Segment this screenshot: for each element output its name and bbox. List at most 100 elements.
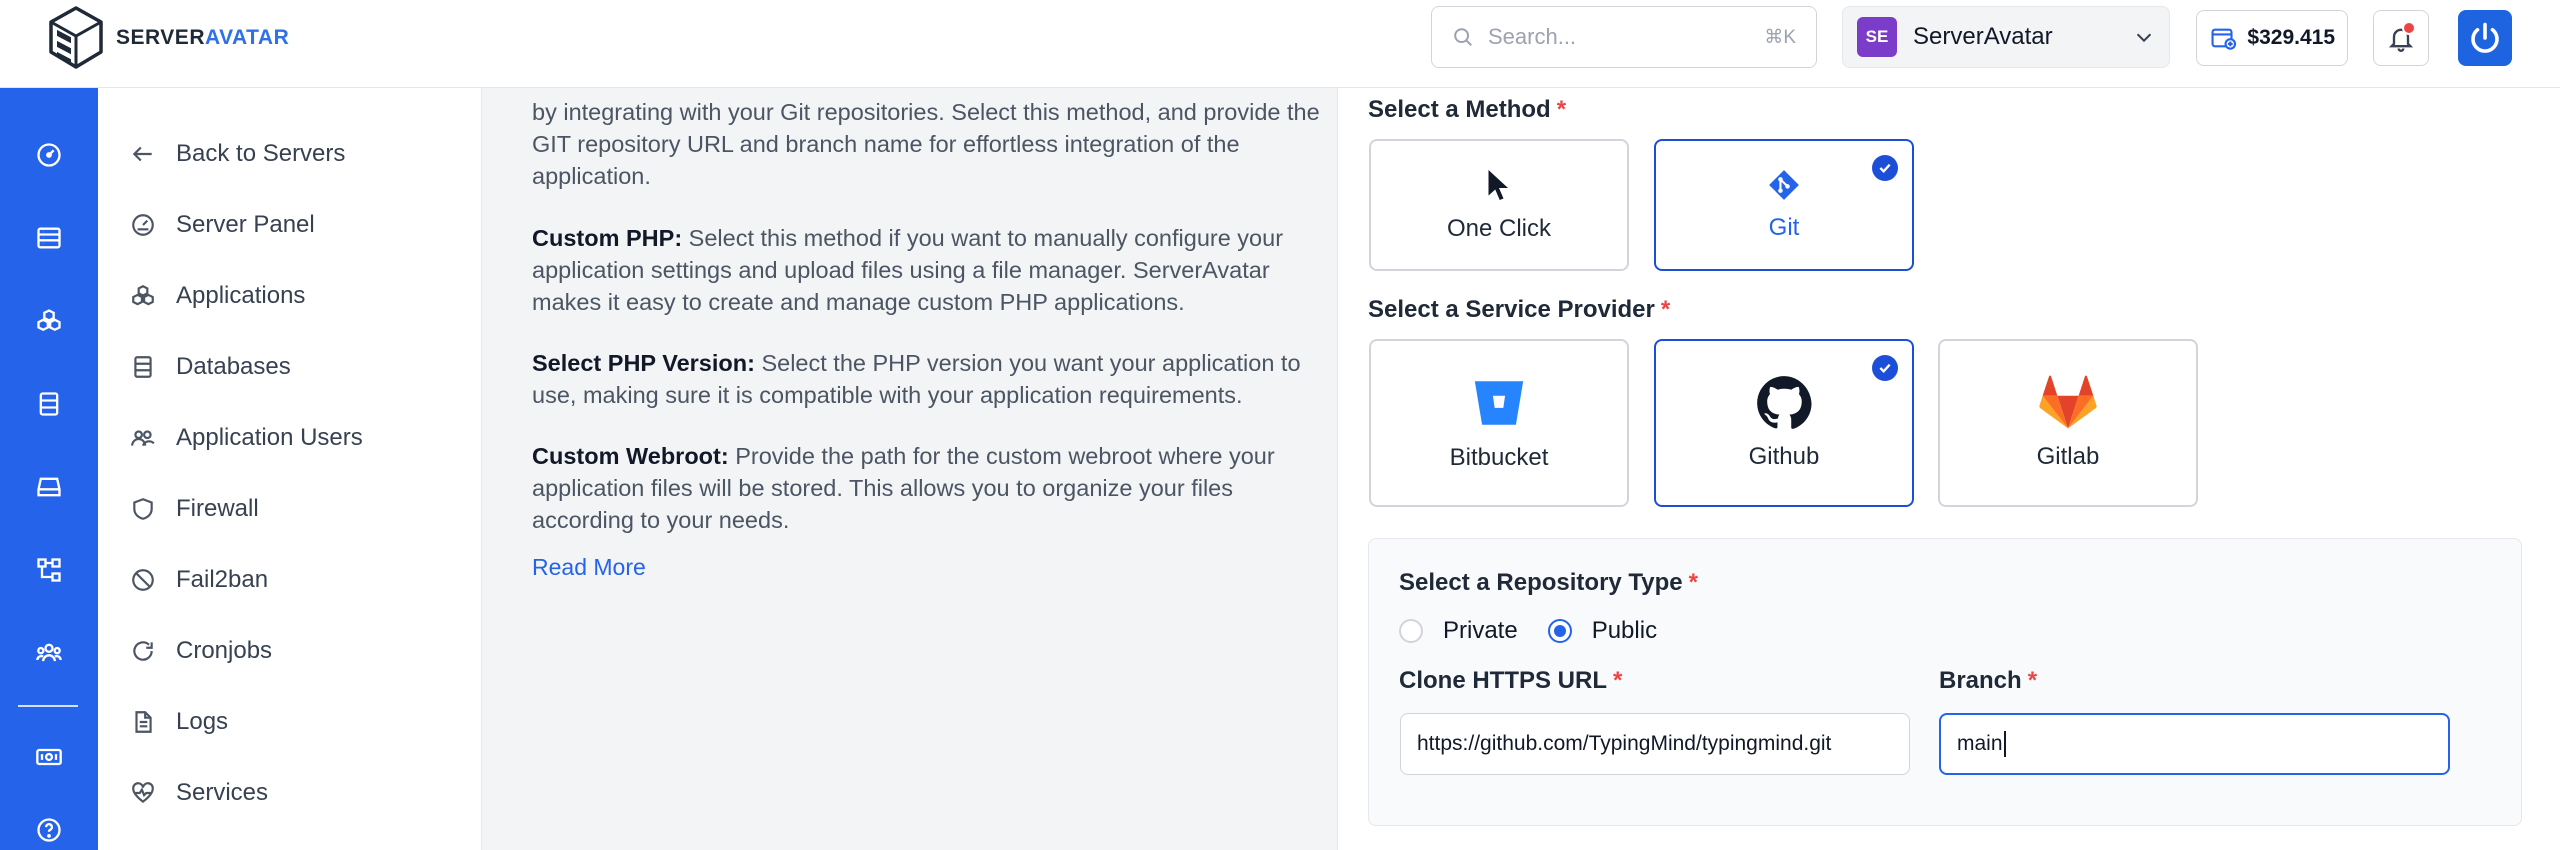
method-one-click-card[interactable]: One Click xyxy=(1369,139,1629,271)
radio-public[interactable] xyxy=(1547,619,1572,643)
team-icon xyxy=(36,643,62,662)
sidebar-item-label: Applications xyxy=(176,282,306,309)
required-mark: * xyxy=(1556,96,1567,123)
rail-servers[interactable] xyxy=(0,208,98,268)
rail-help[interactable] xyxy=(0,800,98,850)
method-git-card[interactable]: Git xyxy=(1654,139,1914,271)
rail-databases[interactable] xyxy=(0,374,98,434)
storage-icon xyxy=(37,477,61,497)
provider-gitlab-card[interactable]: Gitlab xyxy=(1938,339,2198,507)
clone-url-label: Clone HTTPS URL * xyxy=(1399,667,1622,695)
sidebar-item-label: Server Panel xyxy=(176,211,315,238)
branch-label-text: Branch xyxy=(1939,667,2022,694)
rail-network[interactable] xyxy=(0,540,98,600)
radio-public-label[interactable]: Public xyxy=(1592,617,1657,645)
branch-input[interactable]: main xyxy=(1939,713,2450,775)
read-more-link[interactable]: Read More xyxy=(532,554,646,581)
brand-name-part2: AVATAR xyxy=(204,26,290,49)
cursor-click-icon xyxy=(1488,170,1508,200)
sidebar-item-firewall[interactable]: Firewall xyxy=(128,487,259,531)
ban-icon xyxy=(128,565,158,595)
php-version-title: Select PHP Version: xyxy=(532,350,755,376)
branch-value: main xyxy=(1957,732,2003,755)
method-label-text: Select a Method xyxy=(1368,96,1551,123)
search-icon xyxy=(1454,28,1472,46)
document-icon xyxy=(128,707,158,737)
balance-button[interactable]: $329.415 xyxy=(2196,10,2348,66)
php-version-description: Select PHP Version: Select the PHP versi… xyxy=(532,347,1322,411)
database-icon xyxy=(128,352,158,382)
network-icon xyxy=(37,558,61,582)
wallet-icon xyxy=(2211,28,2237,50)
sidebar-item-label: Logs xyxy=(176,708,229,735)
workspace-selector[interactable]: SE ServerAvatar xyxy=(1842,6,2170,68)
balance-amount: $329.415 xyxy=(2247,26,2335,49)
radio-private[interactable] xyxy=(1399,619,1423,643)
provider-label: Select a Service Provider * xyxy=(1368,296,1670,324)
logo-icon xyxy=(49,6,103,69)
sidebar-item-application-users[interactable]: Application Users xyxy=(128,416,363,460)
sidebar-item-cronjobs[interactable]: Cronjobs xyxy=(128,629,272,673)
sidebar-item-logs[interactable]: Logs xyxy=(128,700,228,744)
radio-private-label[interactable]: Private xyxy=(1443,617,1518,645)
rail-dashboard[interactable] xyxy=(0,125,98,185)
server-sidebar: Back to Servers Server Panel Application… xyxy=(98,88,482,850)
custom-php-description: Custom PHP: Select this method if you wa… xyxy=(532,222,1322,318)
bitbucket-icon xyxy=(1474,381,1524,425)
servers-icon xyxy=(37,227,61,249)
clone-url-value: https://github.com/TypingMind/typingmind… xyxy=(1417,732,1832,755)
sidebar-item-back-to-servers[interactable]: Back to Servers xyxy=(128,132,345,176)
custom-php-title: Custom PHP: xyxy=(532,225,683,251)
power-button[interactable] xyxy=(2458,10,2512,66)
method-label-text: One Click xyxy=(1446,215,1552,242)
method-label: Select a Method * xyxy=(1368,96,1566,124)
custom-webroot-description: Custom Webroot: Provide the path for the… xyxy=(532,440,1322,536)
search-placeholder: Search... xyxy=(1488,24,1577,49)
repository-type-label: Select a Repository Type * xyxy=(1399,569,1698,597)
required-mark: * xyxy=(1613,667,1623,694)
rail-applications[interactable] xyxy=(0,291,98,351)
sidebar-item-label: Services xyxy=(176,779,269,806)
clone-url-input[interactable]: https://github.com/TypingMind/typingmind… xyxy=(1400,713,1910,775)
repository-type-radio-group: Private Public xyxy=(1399,617,1687,645)
sidebar-item-label: Back to Servers xyxy=(176,140,346,167)
sidebar-item-label: Application Users xyxy=(176,424,363,451)
git-description: by integrating with your Git repositorie… xyxy=(532,88,1322,192)
webroot-title: Custom Webroot: xyxy=(532,443,729,469)
required-mark: * xyxy=(1688,569,1698,596)
databases-icon xyxy=(39,392,59,416)
rail-storage[interactable] xyxy=(0,457,98,517)
shield-icon xyxy=(128,494,158,524)
power-icon xyxy=(2471,22,2499,53)
billing-icon xyxy=(36,748,62,766)
rail-billing[interactable] xyxy=(0,727,98,787)
users-icon xyxy=(128,423,158,453)
cubes-icon xyxy=(128,281,158,311)
sidebar-item-label: Fail2ban xyxy=(176,566,269,593)
brand-name-part1: SERVER xyxy=(116,26,205,49)
top-bar: SERVERAVATAR Search... ⌘K SE ServerAvata… xyxy=(0,0,2560,88)
selected-check-icon xyxy=(1872,355,1898,381)
sidebar-item-fail2ban[interactable]: Fail2ban xyxy=(128,558,268,602)
rail-team[interactable] xyxy=(0,623,98,683)
refresh-icon xyxy=(128,636,158,666)
sidebar-item-server-panel[interactable]: Server Panel xyxy=(128,203,315,247)
sidebar-item-databases[interactable]: Databases xyxy=(128,345,291,389)
method-label-text: Git xyxy=(1768,214,1800,241)
search-input[interactable]: Search... ⌘K xyxy=(1431,6,1817,68)
provider-bitbucket-card[interactable]: Bitbucket xyxy=(1369,339,1629,507)
notifications-button[interactable] xyxy=(2373,10,2429,66)
sidebar-item-label: Firewall xyxy=(176,495,259,522)
sidebar-item-label: Databases xyxy=(176,353,291,380)
git-description-text: by integrating with your Git repositorie… xyxy=(532,99,1320,189)
gitlab-icon xyxy=(2039,375,2097,429)
dashboard-icon xyxy=(37,143,61,167)
sidebar-item-services[interactable]: Services xyxy=(128,771,268,815)
sidebar-item-label: Cronjobs xyxy=(176,637,273,664)
heartbeat-icon xyxy=(128,778,158,808)
brand-logo[interactable]: SERVERAVATAR xyxy=(46,4,289,72)
sidebar-item-applications[interactable]: Applications xyxy=(128,274,305,318)
workspace-avatar: SE xyxy=(1857,17,1897,57)
provider-github-card[interactable]: Github xyxy=(1654,339,1914,507)
provider-label-text: Github xyxy=(1748,443,1820,470)
